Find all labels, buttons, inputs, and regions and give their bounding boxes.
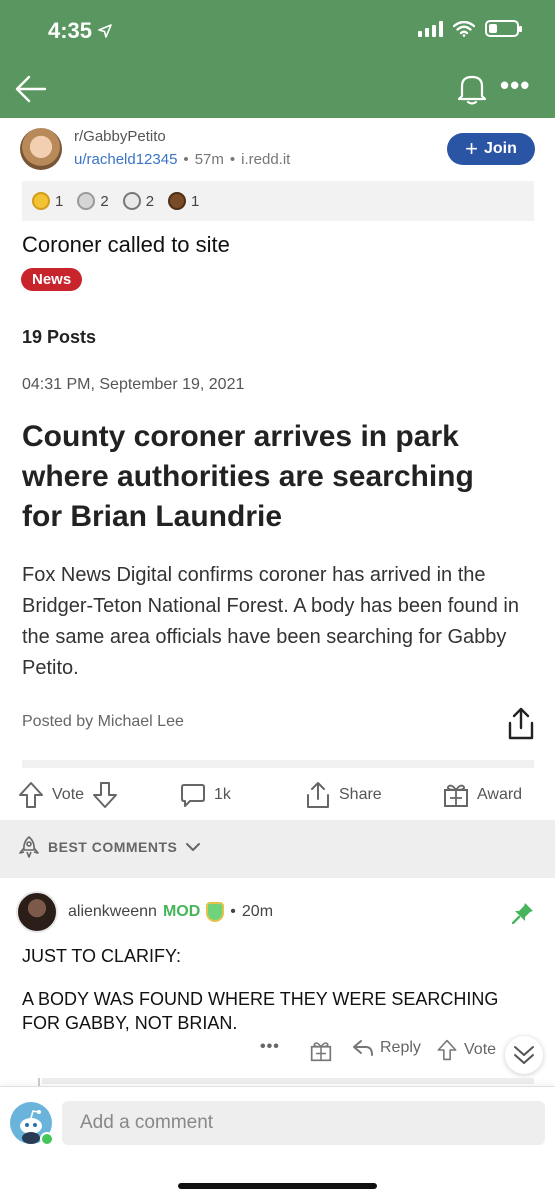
post-flair[interactable]: News bbox=[21, 268, 83, 291]
next-comment-preview bbox=[42, 1078, 534, 1084]
award-count: 1 bbox=[55, 192, 64, 210]
wifi-icon bbox=[453, 20, 475, 37]
subreddit-name[interactable]: r/GabbyPetito bbox=[74, 128, 166, 145]
silver-award-icon bbox=[77, 192, 96, 210]
article-posted-by: Posted by Michael Lee bbox=[22, 713, 184, 730]
commenter-username[interactable]: alienkweenn bbox=[68, 903, 157, 921]
join-button-label: Join bbox=[483, 140, 517, 157]
online-status-dot bbox=[40, 1132, 54, 1146]
award-button[interactable]: Award bbox=[443, 782, 522, 808]
post-meta: u/racheld12345 • 57m • i.redd.it bbox=[74, 151, 290, 168]
vote-label: Vote bbox=[52, 786, 85, 803]
comment-sort-label: BEST COMMENTS bbox=[48, 839, 178, 855]
commenter-avatar[interactable] bbox=[16, 891, 58, 933]
comment-more-button[interactable]: ••• bbox=[260, 1038, 280, 1056]
comments-count: 1k bbox=[214, 786, 231, 803]
location-arrow-icon bbox=[98, 24, 112, 38]
award-count: 2 bbox=[145, 192, 155, 210]
article-headline: County coroner arrives in park where aut… bbox=[22, 420, 474, 533]
award-bear: 1 bbox=[168, 192, 199, 210]
article-posts-count: 19 Posts bbox=[22, 327, 97, 347]
article-date: 04:31 PM, September 19, 2021 bbox=[22, 376, 245, 393]
upvote-icon[interactable] bbox=[18, 781, 44, 809]
comment-award-icon[interactable] bbox=[310, 1040, 332, 1062]
gift-icon bbox=[444, 784, 468, 807]
share-label: Share bbox=[339, 786, 382, 803]
battery-icon bbox=[485, 20, 522, 37]
award-coin: 2 bbox=[122, 192, 155, 210]
coin-award-icon bbox=[122, 192, 141, 210]
back-arrow-icon[interactable] bbox=[14, 72, 48, 106]
comment-text-line2: A BODY WAS FOUND WHERE THEY WERE SEARCHI… bbox=[22, 989, 499, 1033]
more-options-icon[interactable]: ••• bbox=[500, 72, 529, 98]
author-avatar[interactable] bbox=[20, 128, 62, 170]
award-count: 2 bbox=[100, 192, 109, 210]
home-indicator[interactable] bbox=[178, 1183, 377, 1189]
comment-bubble-icon bbox=[181, 784, 205, 807]
comment-header: alienkweenn MOD • 20m bbox=[68, 902, 273, 922]
share-button[interactable]: Share bbox=[305, 781, 382, 809]
award-label: Award bbox=[477, 786, 523, 803]
award-gold: 1 bbox=[32, 192, 63, 210]
reply-label: Reply bbox=[380, 1039, 421, 1056]
award-silver: 2 bbox=[77, 192, 109, 210]
bear-award-icon bbox=[168, 192, 187, 210]
status-time-text: 4:35 bbox=[48, 18, 93, 43]
post-author-link[interactable]: u/racheld12345 bbox=[74, 151, 177, 168]
comment-reply-button[interactable]: Reply bbox=[352, 1039, 421, 1057]
reply-arrow-icon bbox=[353, 1040, 373, 1056]
gold-award-icon bbox=[32, 192, 50, 210]
pin-icon bbox=[512, 903, 533, 924]
share-icon bbox=[307, 782, 329, 808]
meta-separator: • bbox=[230, 903, 236, 920]
awards-bar[interactable]: 1 2 2 1 bbox=[22, 181, 534, 221]
mod-shield-icon bbox=[206, 902, 225, 922]
award-count: 1 bbox=[191, 192, 200, 210]
join-button[interactable]: + Join bbox=[447, 133, 535, 165]
status-time: 4:35 bbox=[48, 18, 112, 44]
meta-separator: • bbox=[183, 151, 189, 168]
comment-upvote-icon[interactable] bbox=[436, 1039, 458, 1061]
article-divider bbox=[22, 760, 534, 768]
comment-vote-label: Vote bbox=[464, 1041, 497, 1058]
notification-bell-icon[interactable] bbox=[456, 72, 488, 106]
add-comment-input[interactable] bbox=[62, 1101, 545, 1145]
comments-button[interactable]: 1k bbox=[180, 782, 231, 808]
meta-separator: • bbox=[229, 151, 236, 168]
article-share-icon bbox=[508, 707, 534, 740]
post-age: 57m bbox=[194, 151, 224, 168]
status-indicators bbox=[418, 20, 522, 37]
comment-text-line1: JUST TO CLARIFY: bbox=[22, 946, 182, 966]
article-body: Fox News Digital confirms coroner has ar… bbox=[22, 564, 519, 679]
current-user-avatar[interactable] bbox=[10, 1102, 54, 1146]
post-actions: Vote 1k Share Award bbox=[0, 774, 555, 816]
rocket-icon bbox=[19, 836, 39, 858]
collapse-thread-button[interactable] bbox=[505, 1036, 543, 1074]
vote-control: Vote bbox=[18, 781, 118, 809]
comment-sort-selector[interactable]: BEST COMMENTS bbox=[18, 836, 201, 858]
post-title[interactable]: Coroner called to site bbox=[22, 232, 230, 258]
comment-actions: ••• Reply Vote bbox=[0, 1036, 555, 1066]
comment-vote-control: Vote bbox=[436, 1039, 496, 1061]
comment-age: 20m bbox=[241, 903, 274, 920]
post-domain[interactable]: i.redd.it bbox=[241, 151, 290, 168]
mod-badge: MOD bbox=[162, 903, 201, 920]
plus-icon: + bbox=[465, 136, 478, 161]
chevron-down-icon bbox=[186, 843, 201, 851]
cellular-signal-icon bbox=[418, 20, 443, 37]
double-chevron-down-icon bbox=[514, 1046, 534, 1064]
downvote-icon[interactable] bbox=[92, 781, 118, 809]
